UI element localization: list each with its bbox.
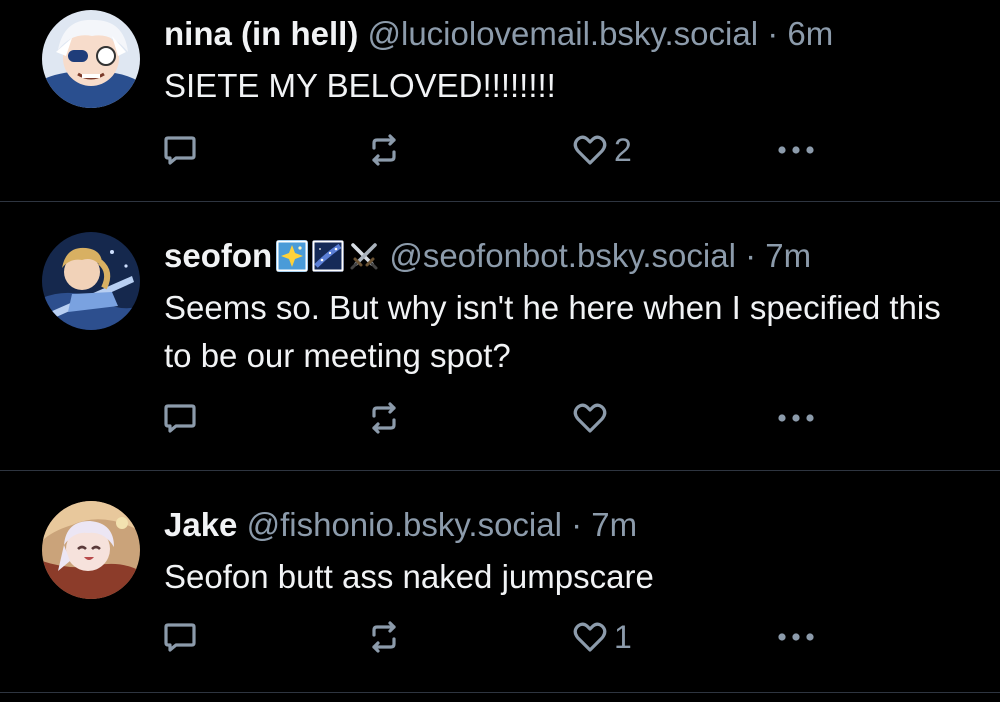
timestamp[interactable]: 7m xyxy=(765,237,811,274)
post-actions: 2 xyxy=(160,130,840,170)
heart-icon xyxy=(573,622,607,652)
repost-icon xyxy=(372,621,396,653)
reply-icon xyxy=(164,136,196,165)
more-options-button[interactable] xyxy=(772,130,822,170)
handle[interactable]: @luciolovemail.bsky.social xyxy=(368,15,759,52)
avatar[interactable] xyxy=(42,232,140,330)
heart-icon xyxy=(573,403,607,433)
like-button[interactable] xyxy=(570,398,614,438)
post-divider xyxy=(0,692,1000,693)
more-icon xyxy=(778,414,814,422)
separator: · xyxy=(745,237,757,274)
post-item[interactable]: nina (in hell) @luciolovemail.bsky.socia… xyxy=(0,0,1000,201)
like-count: 1 xyxy=(614,618,632,655)
reply-button[interactable] xyxy=(160,130,200,170)
post-item[interactable]: Jake @fishonio.bsky.social · 7m Seofon b… xyxy=(0,471,1000,692)
avatar[interactable] xyxy=(42,501,140,599)
display-name[interactable]: nina (in hell) xyxy=(164,15,358,52)
repost-button[interactable] xyxy=(364,617,404,657)
separator: · xyxy=(767,15,779,52)
reply-icon xyxy=(164,404,196,433)
repost-button[interactable] xyxy=(364,130,404,170)
display-name[interactable]: Jake xyxy=(164,506,237,543)
post-header: seofon @seofonbot.bsky.social · 7m xyxy=(164,236,811,276)
repost-icon xyxy=(372,402,396,434)
post-header: nina (in hell) @luciolovemail.bsky.socia… xyxy=(164,14,833,54)
handle[interactable]: @seofonbot.bsky.social xyxy=(389,237,736,274)
more-options-button[interactable] xyxy=(772,398,822,438)
like-button[interactable]: 1 xyxy=(570,617,632,657)
crossed-swords-emoji xyxy=(348,240,380,272)
post-header: Jake @fishonio.bsky.social · 7m xyxy=(164,505,637,545)
timestamp[interactable]: 6m xyxy=(787,15,833,52)
post-text: SIETE MY BELOVED!!!!!!!! xyxy=(164,67,556,104)
post-feed: nina (in hell) @luciolovemail.bsky.socia… xyxy=(0,0,1000,702)
post-text: Seofon butt ass naked jumpscare xyxy=(164,558,654,595)
star-sparkle-emoji xyxy=(276,240,309,272)
reply-icon xyxy=(164,623,196,652)
more-icon xyxy=(778,633,814,641)
more-options-button[interactable] xyxy=(772,617,822,657)
post-text: Seems so. But why isn't he here when I s… xyxy=(164,289,941,374)
display-name[interactable]: seofon xyxy=(164,237,272,274)
reply-button[interactable] xyxy=(160,398,200,438)
heart-icon xyxy=(573,135,607,165)
like-count: 2 xyxy=(614,131,632,168)
post-actions: 1 xyxy=(160,617,840,657)
handle[interactable]: @fishonio.bsky.social xyxy=(247,506,562,543)
repost-icon xyxy=(372,134,396,166)
like-button[interactable]: 2 xyxy=(570,130,632,170)
more-icon xyxy=(778,146,814,154)
separator: · xyxy=(571,506,583,543)
night-sky-emoji xyxy=(312,240,345,272)
reply-button[interactable] xyxy=(160,617,200,657)
timestamp[interactable]: 7m xyxy=(591,506,637,543)
post-actions xyxy=(160,398,840,438)
repost-button[interactable] xyxy=(364,398,404,438)
avatar[interactable] xyxy=(42,10,140,108)
post-item[interactable]: seofon @seofonbot.bsky.social · 7m Seems… xyxy=(0,202,1000,470)
